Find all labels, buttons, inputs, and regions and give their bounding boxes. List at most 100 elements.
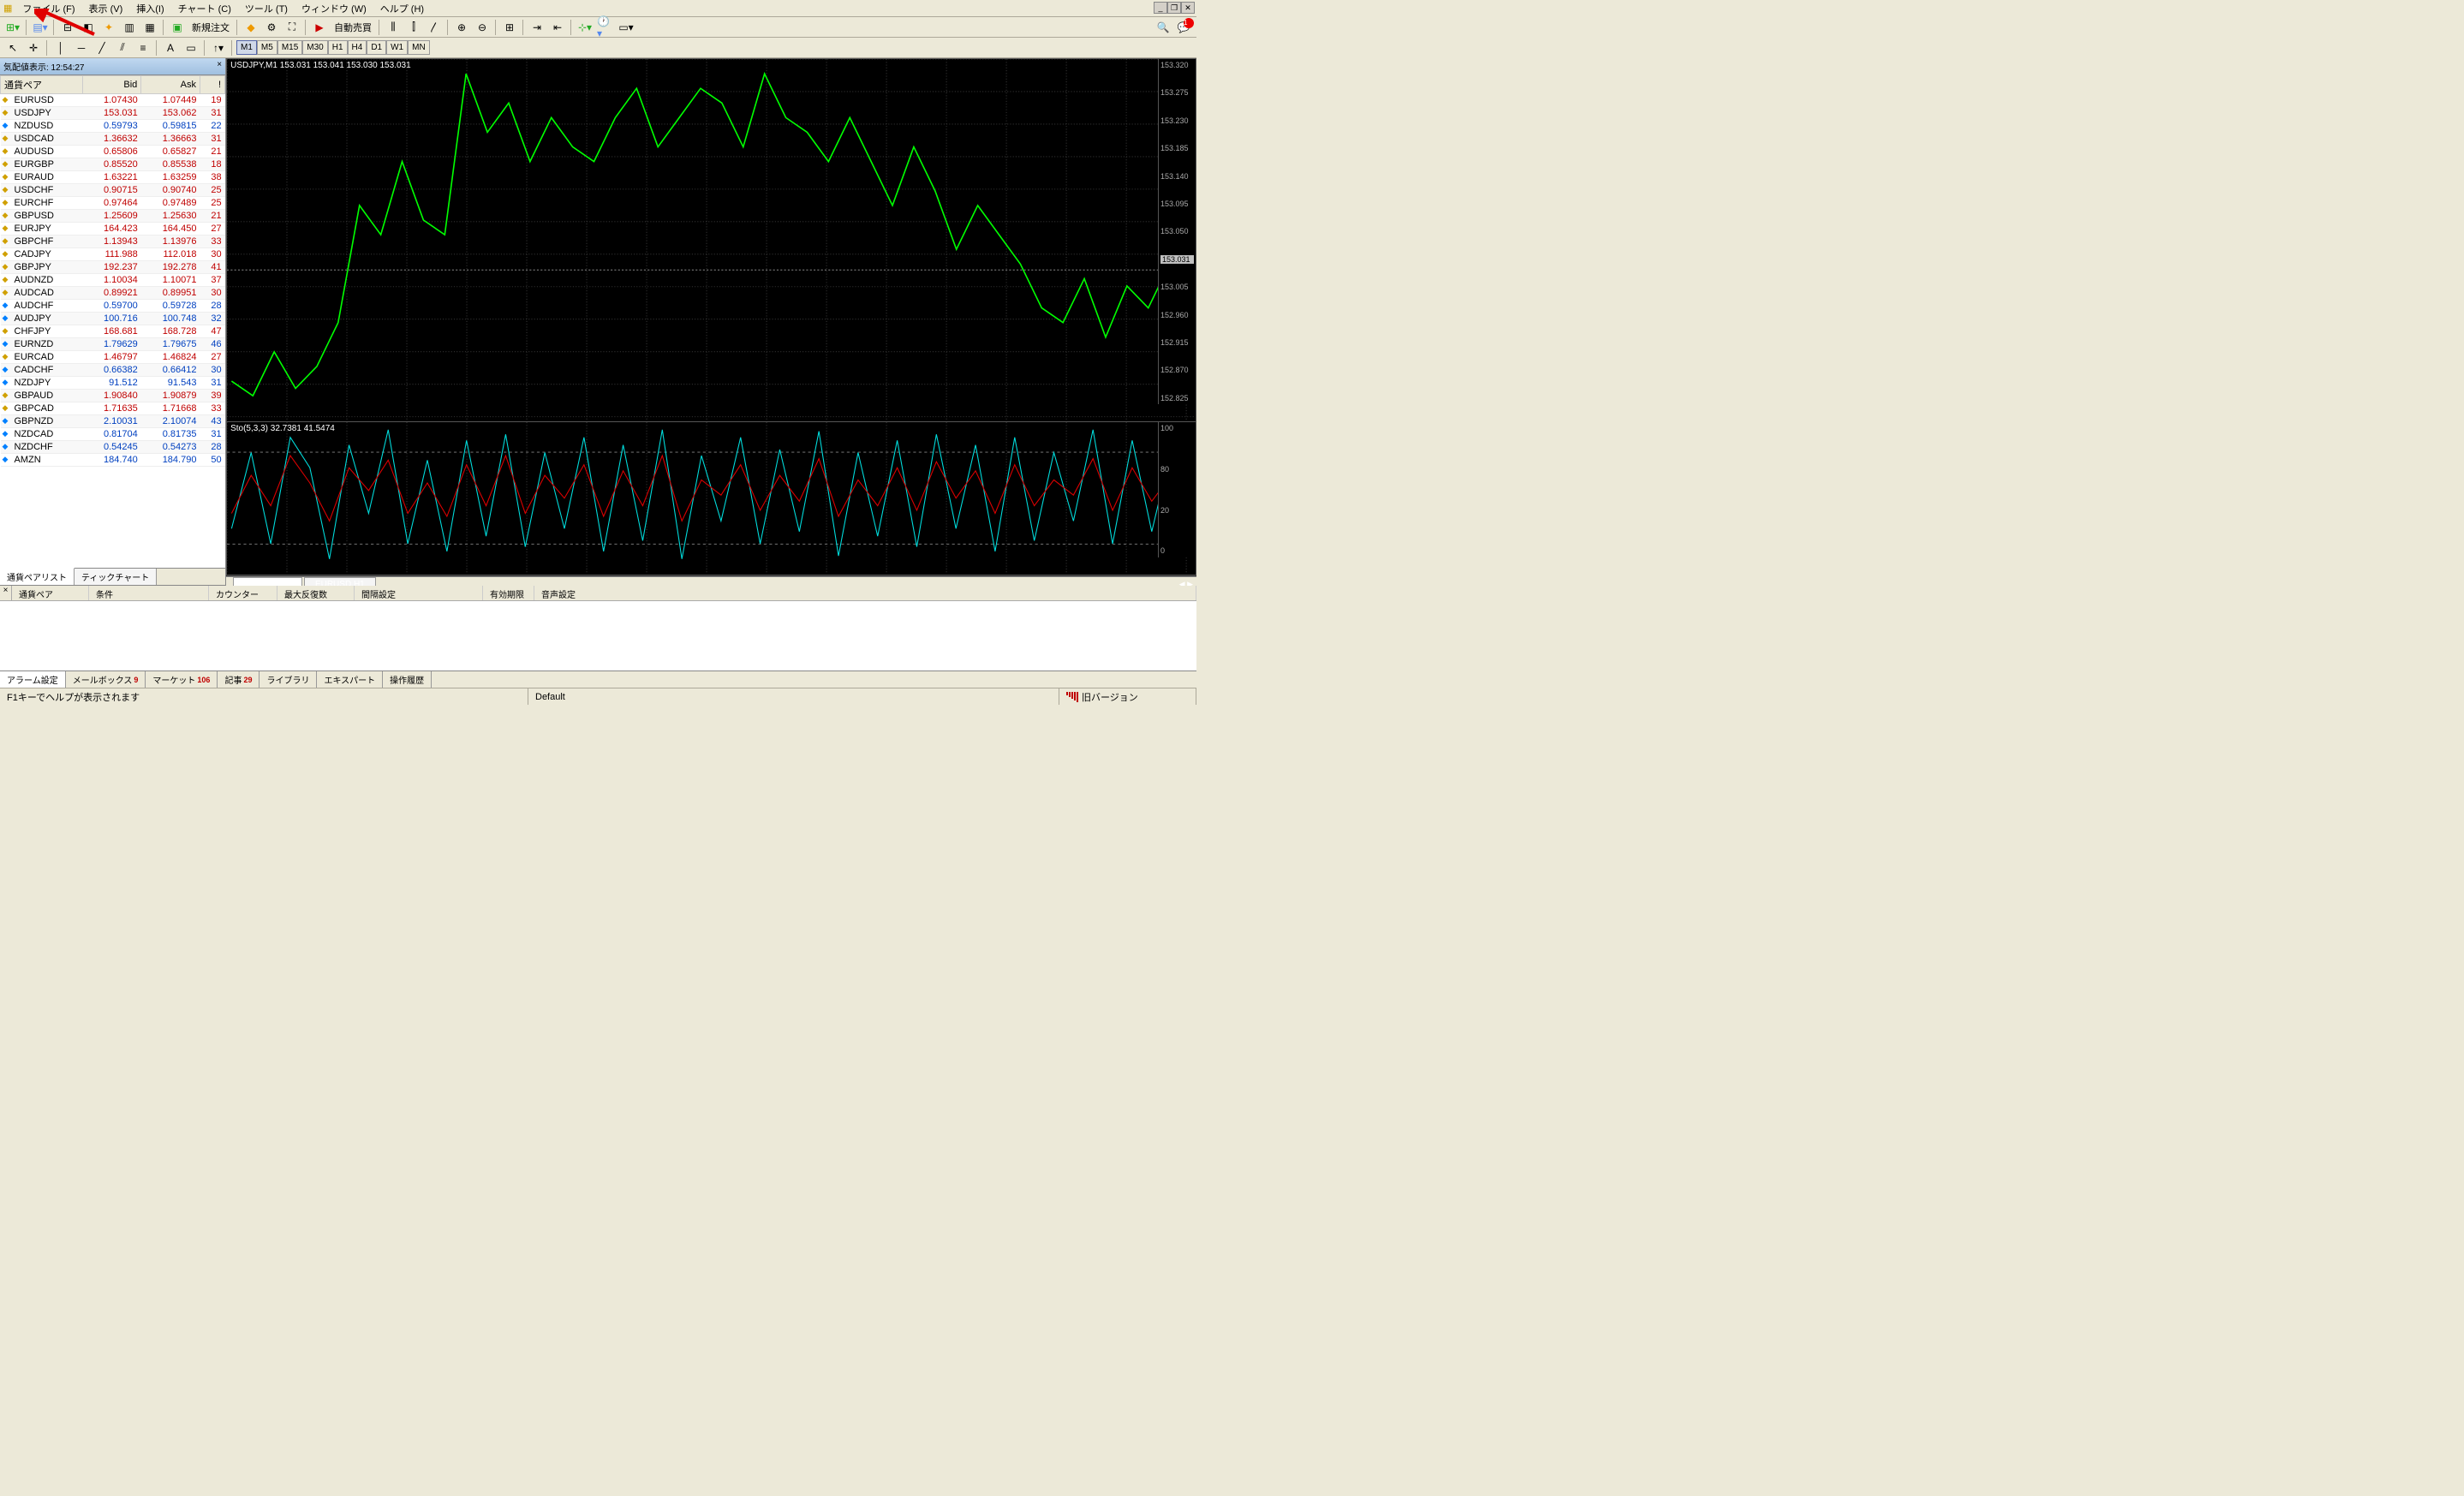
periodicity-button[interactable]: 🕐▾ (596, 19, 615, 36)
watch-row-gbpaud[interactable]: GBPAUD1.908401.9087939 (1, 390, 225, 402)
autoscroll-button[interactable]: ⇥ (528, 19, 546, 36)
data-window-button[interactable]: ◧ (79, 19, 98, 36)
templates-button[interactable]: ▭▾ (617, 19, 635, 36)
watch-row-usdcad[interactable]: USDCAD1.366321.3666331 (1, 133, 225, 146)
col-ask[interactable]: Ask (141, 76, 200, 94)
timeframe-h1[interactable]: H1 (328, 40, 348, 55)
timeframe-m1[interactable]: M1 (236, 40, 257, 55)
menu-help[interactable]: ヘルプ (H) (373, 0, 431, 17)
new-chart-button[interactable]: ⊞▾ (3, 19, 22, 36)
price-chart[interactable]: USDJPY,M1 153.031 153.041 153.030 153.03… (226, 58, 1196, 422)
watch-row-eurusd[interactable]: EURUSD1.074301.0744919 (1, 94, 225, 107)
zoom-out-button[interactable]: ⊖ (473, 19, 492, 36)
term-col-counter[interactable]: カウンター (209, 586, 277, 600)
options-button[interactable]: ⚙ (262, 19, 281, 36)
terminal-tab-history[interactable]: 操作履歴 (383, 671, 432, 688)
market-watch-button[interactable]: ⊟ (58, 19, 77, 36)
minimize-button[interactable]: _ (1154, 2, 1167, 14)
watch-row-nzdusd[interactable]: NZDUSD0.597930.5981522 (1, 120, 225, 133)
menu-tool[interactable]: ツール (T) (238, 0, 295, 17)
maximize-button[interactable]: ❐ (1167, 2, 1181, 14)
crosshair-button[interactable]: ✛ (24, 39, 43, 57)
close-button[interactable]: ✕ (1181, 2, 1195, 14)
watch-row-usdchf[interactable]: USDCHF0.907150.9074025 (1, 184, 225, 197)
status-profile[interactable]: Default (528, 688, 1059, 705)
search-button[interactable]: 🔍 (1154, 19, 1172, 36)
menu-window[interactable]: ウィンドウ (W) (295, 0, 373, 17)
vertical-line-button[interactable]: │ (51, 39, 70, 57)
fullscreen-button[interactable]: ⛶ (283, 19, 301, 36)
terminal-tab-articles[interactable]: 記事29 (218, 671, 260, 688)
menu-view[interactable]: 表示 (V) (82, 0, 130, 17)
autotrading-label[interactable]: 自動売買 (331, 21, 375, 34)
term-col-sound[interactable]: 音声設定 (534, 586, 1196, 600)
watch-row-amzn[interactable]: AMZN184.740184.79050 (1, 454, 225, 467)
candle-chart-button[interactable]: ⫿ (404, 19, 423, 36)
watch-row-gbpnzd[interactable]: GBPNZD2.100312.1007443 (1, 415, 225, 428)
terminal-tab-library[interactable]: ライブラリ (260, 671, 317, 688)
term-col-symbol[interactable]: 通貨ペア (12, 586, 89, 600)
line-chart-button[interactable]: 〳 (425, 19, 444, 36)
watch-row-nzdchf[interactable]: NZDCHF0.542450.5427328 (1, 441, 225, 454)
chart-shift-button[interactable]: ⇤ (548, 19, 567, 36)
terminal-tab-alert[interactable]: アラーム設定 (0, 671, 66, 688)
terminal-tab-mailbox[interactable]: メールボックス9 (66, 671, 146, 688)
tile-windows-button[interactable]: ⊞ (500, 19, 519, 36)
watch-row-eurchf[interactable]: EURCHF0.974640.9748925 (1, 197, 225, 210)
trendline-button[interactable]: ╱ (92, 39, 111, 57)
text-label-button[interactable]: ▭ (182, 39, 200, 57)
watch-row-eurnzd[interactable]: EURNZD1.796291.7967546 (1, 338, 225, 351)
indicators-button[interactable]: ⊹▾ (576, 19, 594, 36)
timeframe-h4[interactable]: H4 (348, 40, 367, 55)
col-bid[interactable]: Bid (82, 76, 141, 94)
timeframe-d1[interactable]: D1 (367, 40, 386, 55)
watch-row-usdjpy[interactable]: USDJPY153.031153.06231 (1, 107, 225, 120)
term-col-interval[interactable]: 間隔設定 (355, 586, 483, 600)
watch-row-cadchf[interactable]: CADCHF0.663820.6641230 (1, 364, 225, 377)
autotrading-icon[interactable]: ▶ (310, 19, 329, 36)
watch-row-gbpjpy[interactable]: GBPJPY192.237192.27841 (1, 261, 225, 274)
text-button[interactable]: A (161, 39, 180, 57)
timeframe-m30[interactable]: M30 (302, 40, 327, 55)
metaeditor-button[interactable]: ◆ (242, 19, 260, 36)
term-col-condition[interactable]: 条件 (89, 586, 209, 600)
notifications-button[interactable]: 💬1 (1174, 19, 1193, 36)
menu-file[interactable]: ファイル (F) (15, 0, 81, 17)
menu-chart[interactable]: チャート (C) (171, 0, 238, 17)
indicator-chart[interactable]: Sto(5,3,3) 32.7381 41.5474 10080200 (226, 422, 1196, 575)
zoom-in-button[interactable]: ⊕ (452, 19, 471, 36)
watch-row-nzdjpy[interactable]: NZDJPY91.51291.54331 (1, 377, 225, 390)
menu-insert[interactable]: 挿入(I) (129, 0, 170, 17)
terminal-tab-market[interactable]: マーケット106 (146, 671, 218, 688)
horizontal-line-button[interactable]: ─ (72, 39, 91, 57)
watch-row-nzdcad[interactable]: NZDCAD0.817040.8173531 (1, 428, 225, 441)
watch-row-eurgbp[interactable]: EURGBP0.855200.8553818 (1, 158, 225, 171)
new-order-label[interactable]: 新規注文 (188, 21, 233, 34)
strategy-tester-button[interactable]: ▦ (140, 19, 159, 36)
terminal-close-icon[interactable]: × (0, 586, 12, 600)
watch-row-eurjpy[interactable]: EURJPY164.423164.45027 (1, 223, 225, 235)
market-watch-close-icon[interactable]: × (217, 60, 222, 73)
term-col-expiry[interactable]: 有効期限 (483, 586, 534, 600)
terminal-button[interactable]: ▥ (120, 19, 139, 36)
watch-row-audnzd[interactable]: AUDNZD1.100341.1007137 (1, 274, 225, 287)
new-order-icon[interactable]: ▣ (168, 19, 187, 36)
channel-button[interactable]: ⫽ (113, 39, 132, 57)
term-col-maxrepeat[interactable]: 最大反復数 (277, 586, 355, 600)
watch-row-audchf[interactable]: AUDCHF0.597000.5972828 (1, 300, 225, 313)
timeframe-mn[interactable]: MN (408, 40, 430, 55)
timeframe-w1[interactable]: W1 (386, 40, 408, 55)
tab-symbol-list[interactable]: 通貨ペアリスト (0, 568, 75, 585)
watch-row-gbpusd[interactable]: GBPUSD1.256091.2563021 (1, 210, 225, 223)
watch-row-audcad[interactable]: AUDCAD0.899210.8995130 (1, 287, 225, 300)
navigator-button[interactable]: ✦ (99, 19, 118, 36)
timeframe-m15[interactable]: M15 (277, 40, 302, 55)
watch-row-audusd[interactable]: AUDUSD0.658060.6582721 (1, 146, 225, 158)
fibonacci-button[interactable]: ≡ (134, 39, 152, 57)
arrows-button[interactable]: ↑▾ (209, 39, 228, 57)
watch-row-eurcad[interactable]: EURCAD1.467971.4682427 (1, 351, 225, 364)
col-spread[interactable]: ! (200, 76, 224, 94)
col-symbol[interactable]: 通貨ペア (1, 76, 83, 94)
cursor-button[interactable]: ↖ (3, 39, 22, 57)
timeframe-m5[interactable]: M5 (257, 40, 277, 55)
